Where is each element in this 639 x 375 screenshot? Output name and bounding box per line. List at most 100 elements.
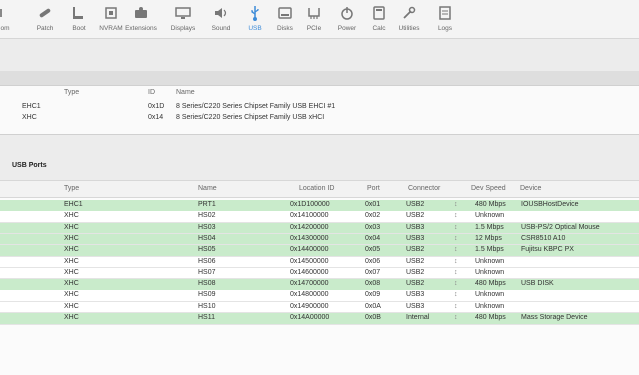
toolbar-pcie-button[interactable]: PCIe bbox=[297, 2, 331, 36]
toolbar-label: PCIe bbox=[306, 25, 322, 32]
column-header-connector[interactable]: Connector bbox=[408, 185, 440, 192]
controller-row[interactable]: EHC1 0x1D 8 Series/C220 Series Chipset F… bbox=[0, 102, 639, 113]
port-connector[interactable]: USB3 bbox=[406, 235, 424, 242]
column-header-id[interactable]: ID bbox=[148, 89, 155, 96]
toolbar-power-button[interactable]: Power bbox=[330, 2, 364, 36]
column-header-device[interactable]: Device bbox=[520, 185, 541, 192]
port-connector[interactable]: USB2 bbox=[406, 246, 424, 253]
column-header-type[interactable]: Type bbox=[64, 185, 79, 192]
usb-port-row[interactable]: XHC HS05 0x14400000 0x05 USB2 1.5 Mbps Fujitsu… bbox=[0, 245, 639, 257]
port-location-id: 0x14500000 bbox=[290, 257, 329, 265]
port-name: PRT1 bbox=[198, 201, 216, 208]
connector-dropdown-icon[interactable]: ↕ bbox=[454, 303, 458, 310]
usb-port-row[interactable]: XHC HS09 0x14800000 0x09 USB3 Unknown ↕ bbox=[0, 290, 639, 302]
toolbar-om-button[interactable]: om bbox=[0, 2, 14, 36]
port-type: XHC bbox=[64, 246, 79, 254]
port-device: IOUSBHostDevice bbox=[521, 201, 579, 208]
port-location-id: 0x14100000 bbox=[290, 212, 329, 220]
toolbar-sound-button[interactable]: Sound bbox=[204, 2, 238, 36]
connector-dropdown-icon[interactable]: ↕ bbox=[454, 280, 458, 287]
port-dev-speed: 480 Mbps bbox=[475, 201, 506, 208]
boot-icon bbox=[62, 2, 96, 24]
port-type: EHC1 bbox=[64, 201, 83, 208]
port-connector[interactable]: USB2 bbox=[406, 280, 424, 287]
connector-dropdown-icon[interactable]: ↕ bbox=[454, 246, 458, 253]
toolbar-label: USB bbox=[248, 25, 262, 32]
display-icon bbox=[166, 2, 200, 24]
wrench-icon bbox=[392, 2, 426, 24]
connector-dropdown-icon[interactable]: ↕ bbox=[454, 291, 458, 298]
column-header-location-id[interactable]: Location ID bbox=[299, 185, 334, 192]
controller-row[interactable]: XHC 0x14 8 Series/C220 Series Chipset Fa… bbox=[0, 113, 639, 124]
usb-port-row[interactable]: XHC HS11 0x14A00000 0x0B Internal 480 Mbps Mas… bbox=[0, 313, 639, 325]
connector-dropdown-icon[interactable]: ↕ bbox=[454, 212, 458, 219]
usb-port-row[interactable]: XHC HS08 0x14700000 0x08 USB2 480 Mbps USB DIS… bbox=[0, 279, 639, 291]
port-connector[interactable]: USB2 bbox=[406, 258, 424, 265]
connector-dropdown-icon[interactable]: ↕ bbox=[454, 269, 458, 276]
port-connector[interactable]: USB2 bbox=[406, 212, 424, 219]
usb-icon bbox=[238, 2, 272, 24]
port-connector[interactable]: USB3 bbox=[406, 303, 424, 310]
connector-dropdown-icon[interactable]: ↕ bbox=[454, 314, 458, 321]
speaker-icon bbox=[204, 2, 238, 24]
toolbar-patch-button[interactable]: Patch bbox=[28, 2, 62, 36]
usb-port-row[interactable]: EHC1 PRT1 0x1D100000 0x01 USB2 480 Mbps IOUSBH… bbox=[0, 200, 639, 212]
port-connector[interactable]: Internal bbox=[406, 314, 429, 321]
usb-port-row[interactable]: XHC HS02 0x14100000 0x02 USB2 Unknown ↕ bbox=[0, 211, 639, 223]
toolbar-extensions-button[interactable]: Extensions bbox=[124, 2, 158, 36]
connector-dropdown-icon[interactable]: ↕ bbox=[454, 224, 458, 231]
toolbar-label: Logs bbox=[437, 25, 453, 32]
toolbar-spacer bbox=[0, 39, 639, 71]
connector-dropdown-icon[interactable]: ↕ bbox=[454, 258, 458, 265]
connector-dropdown-icon[interactable]: ↕ bbox=[454, 235, 458, 242]
connector-dropdown-icon[interactable]: ↕ bbox=[454, 201, 458, 208]
port-number: 0x0B bbox=[365, 314, 381, 321]
port-type: XHC bbox=[64, 280, 79, 288]
port-type: XHC bbox=[64, 234, 79, 242]
port-number: 0x01 bbox=[365, 201, 381, 208]
toolbar-nvram-button[interactable]: NVRAM bbox=[94, 2, 128, 36]
toolbar-calc-button[interactable]: Calc bbox=[362, 2, 396, 36]
log-icon bbox=[428, 2, 462, 24]
port-dev-speed: Unknown bbox=[475, 257, 505, 265]
port-type: XHC bbox=[64, 291, 79, 299]
column-header-name[interactable]: Name bbox=[198, 185, 217, 192]
port-location-id: 0x1D100000 bbox=[290, 201, 330, 208]
toolbar: om Patch Boot NVRAM Extensions Displays Sound U… bbox=[0, 0, 639, 39]
column-header-name[interactable]: Name bbox=[176, 89, 195, 96]
toolbar-logs-button[interactable]: Logs bbox=[428, 2, 462, 36]
toolbar-label: Displays bbox=[170, 25, 196, 32]
toolbar-boot-button[interactable]: Boot bbox=[62, 2, 96, 36]
port-device: Fujitsu KBPC PX bbox=[521, 246, 574, 254]
chip-icon bbox=[94, 2, 128, 24]
controller-type: EHC1 bbox=[22, 103, 41, 110]
port-number: 0x08 bbox=[365, 280, 381, 288]
column-header-port[interactable]: Port bbox=[367, 185, 380, 192]
port-name: HS04 bbox=[198, 234, 216, 242]
port-number: 0x0A bbox=[365, 302, 381, 310]
toolbar-label: Utilities bbox=[398, 25, 420, 32]
column-header-type[interactable]: Type bbox=[64, 89, 79, 96]
toolbar-label: om bbox=[0, 25, 10, 32]
toolbar-usb-button[interactable]: USB bbox=[238, 2, 272, 36]
port-device: USB DISK bbox=[521, 280, 554, 288]
controller-name: 8 Series/C220 Series Chipset Family USB … bbox=[176, 103, 336, 110]
usb-port-row[interactable]: XHC HS03 0x14200000 0x03 USB3 1.5 Mbps USB-PS/… bbox=[0, 222, 639, 235]
usb-port-row[interactable]: XHC HS06 0x14500000 0x06 USB2 Unknown ↕ bbox=[0, 256, 639, 268]
port-connector[interactable]: USB3 bbox=[406, 291, 424, 298]
toolbar-displays-button[interactable]: Displays bbox=[166, 2, 200, 36]
port-location-id: 0x14400000 bbox=[290, 246, 329, 254]
port-dev-speed: 12 Mbps bbox=[475, 234, 502, 242]
toolbar-label: Sound bbox=[211, 25, 231, 32]
usb-port-row[interactable]: XHC HS07 0x14600000 0x07 USB2 Unknown ↕ bbox=[0, 267, 639, 280]
port-connector[interactable]: USB2 bbox=[406, 201, 424, 208]
usb-port-row[interactable]: XHC HS04 0x14300000 0x04 USB3 12 Mbps CSR8510 … bbox=[0, 233, 639, 246]
controller-id: 0x1D bbox=[148, 103, 165, 110]
toolbar-utilities-button[interactable]: Utilities bbox=[392, 2, 426, 36]
port-connector[interactable]: USB3 bbox=[406, 224, 424, 231]
port-name: HS02 bbox=[198, 212, 216, 220]
toolbar-label: NVRAM bbox=[99, 25, 123, 32]
column-header-dev-speed[interactable]: Dev Speed bbox=[471, 185, 506, 192]
port-connector[interactable]: USB2 bbox=[406, 269, 424, 276]
usb-port-row[interactable]: XHC HS10 0x14900000 0x0A USB3 Unknown ↕ bbox=[0, 301, 639, 314]
